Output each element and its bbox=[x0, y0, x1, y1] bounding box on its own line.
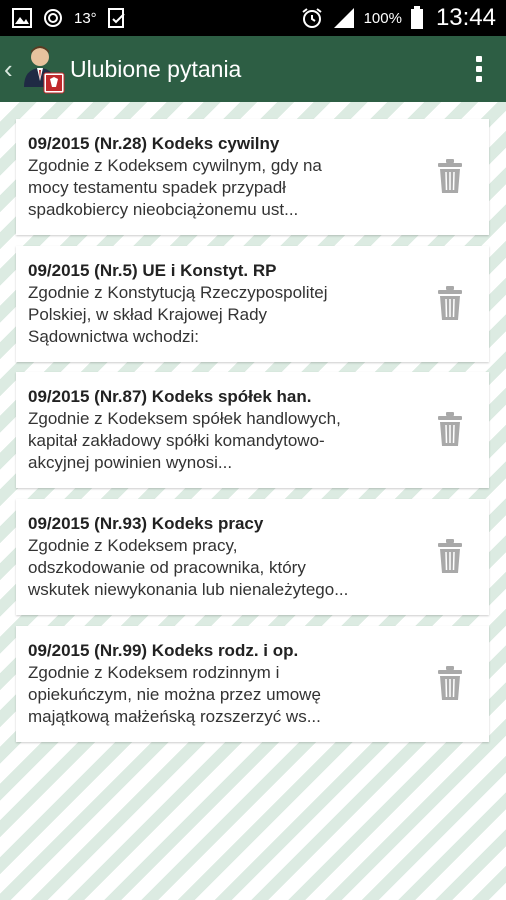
question-excerpt-line: opiekuńczym, nie można przez umowę bbox=[28, 685, 321, 704]
alarm-icon bbox=[301, 8, 322, 28]
trash-icon[interactable] bbox=[437, 159, 463, 193]
app-logo[interactable] bbox=[22, 43, 66, 95]
signal-icon bbox=[333, 8, 354, 28]
battery-icon bbox=[410, 6, 423, 29]
question-excerpt-line: kapitał zakładowy spółki komandytowo- bbox=[28, 431, 325, 450]
question-excerpt-line: Zgodnie z Kodeksem pracy, bbox=[28, 536, 238, 555]
favorites-list[interactable]: 09/2015 (Nr.28) Kodeks cywilny Zgodnie z… bbox=[0, 102, 506, 900]
question-title: 09/2015 (Nr.87) Kodeks spółek han. bbox=[28, 387, 312, 406]
trash-icon[interactable] bbox=[437, 666, 463, 700]
question-excerpt-line: Zgodnie z Kodeksem spółek handlowych, bbox=[28, 409, 341, 428]
question-excerpt-line: Sądownictwa wchodzi: bbox=[28, 327, 200, 346]
question-title: 09/2015 (Nr.5) UE i Konstyt. RP bbox=[28, 261, 277, 280]
question-excerpt-line: spadkobiercy nieobciążonemu ust... bbox=[28, 200, 299, 219]
trash-icon[interactable] bbox=[437, 286, 463, 320]
lawyer-avatar-icon bbox=[24, 46, 65, 94]
clock: 13:44 bbox=[435, 4, 496, 31]
question-excerpt-line: Polskiej, w skład Krajowej Rady bbox=[28, 305, 268, 324]
page-title: Ulubione pytania bbox=[70, 55, 242, 82]
back-chevron-icon[interactable]: ‹ bbox=[4, 54, 18, 85]
app-bar: ‹ Ulubione pytania bbox=[0, 36, 506, 102]
clipboard-check-icon bbox=[107, 8, 125, 28]
question-excerpt-line: Zgodnie z Kodeksem cywilnym, gdy na bbox=[28, 156, 322, 175]
sync-icon bbox=[44, 9, 62, 27]
trash-icon[interactable] bbox=[437, 412, 463, 446]
list-item[interactable]: 09/2015 (Nr.99) Kodeks rodz. i op. Zgodn… bbox=[16, 626, 489, 742]
question-excerpt-line: odszkodowanie od pracownika, który bbox=[28, 558, 306, 577]
overflow-menu-icon[interactable] bbox=[476, 56, 482, 82]
list-item[interactable]: 09/2015 (Nr.93) Kodeks pracy Zgodnie z K… bbox=[16, 499, 489, 615]
list-item[interactable]: 09/2015 (Nr.5) UE i Konstyt. RP Zgodnie … bbox=[16, 246, 489, 362]
image-icon bbox=[12, 8, 32, 28]
list-item[interactable]: 09/2015 (Nr.28) Kodeks cywilny Zgodnie z… bbox=[16, 119, 489, 235]
question-excerpt-line: majątkową małżeńską rozszerzyć ws... bbox=[28, 707, 321, 726]
question-title: 09/2015 (Nr.93) Kodeks pracy bbox=[28, 514, 264, 533]
question-excerpt-line: Zgodnie z Konstytucją Rzeczypospolitej bbox=[28, 283, 328, 302]
list-item[interactable]: 09/2015 (Nr.87) Kodeks spółek han. Zgodn… bbox=[16, 372, 489, 488]
question-excerpt-line: mocy testamentu spadek przypadł bbox=[28, 178, 286, 197]
question-excerpt-line: wskutek niewykonania lub nienależytego..… bbox=[28, 580, 349, 599]
question-title: 09/2015 (Nr.99) Kodeks rodz. i op. bbox=[28, 641, 299, 660]
temperature-text: 13° bbox=[74, 9, 97, 27]
battery-percent: 100% bbox=[363, 9, 402, 27]
question-excerpt-line: akcyjnej powinien wynosi... bbox=[28, 453, 233, 472]
trash-icon[interactable] bbox=[437, 539, 463, 573]
status-bar: 13° 100% 13:44 bbox=[0, 0, 506, 36]
question-title: 09/2015 (Nr.28) Kodeks cywilny bbox=[28, 134, 280, 153]
question-excerpt-line: Zgodnie z Kodeksem rodzinnym i bbox=[28, 663, 280, 682]
